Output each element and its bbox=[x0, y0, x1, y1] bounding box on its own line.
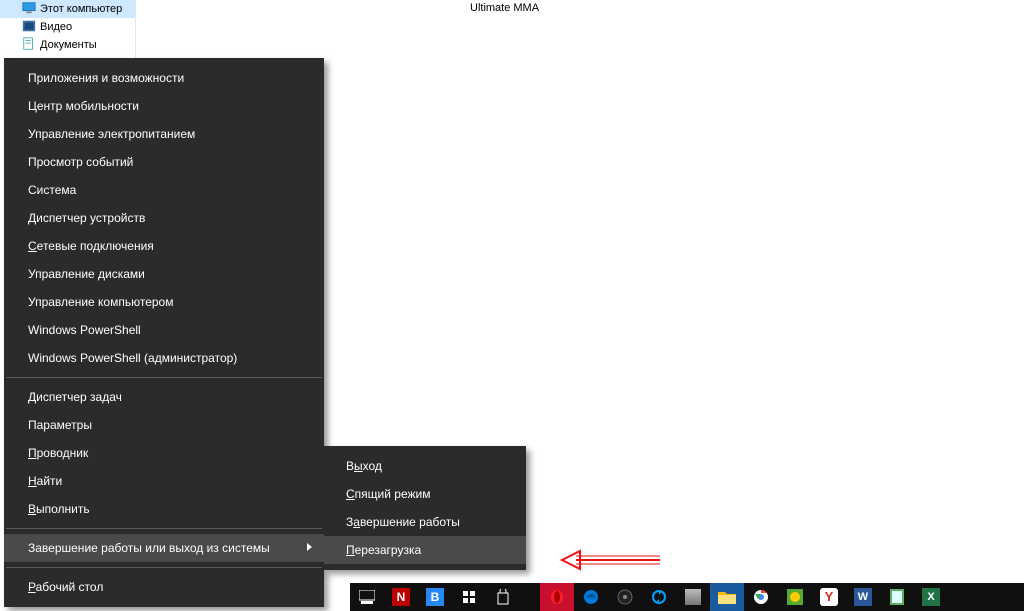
netflix-icon: N bbox=[392, 588, 410, 606]
taskbar-sync[interactable] bbox=[642, 583, 676, 611]
taskbar-task-view[interactable] bbox=[350, 583, 384, 611]
taskbar-app[interactable] bbox=[676, 583, 710, 611]
excel-icon: X bbox=[922, 588, 940, 606]
folder-title: Ultimate MMA bbox=[470, 2, 539, 14]
monitor-icon bbox=[22, 1, 36, 15]
chevron-right-icon bbox=[307, 543, 312, 551]
task-view-icon bbox=[359, 590, 375, 604]
taskbar-shopping[interactable] bbox=[486, 583, 520, 611]
menu-item-network-connections[interactable]: Сетевые подключения bbox=[4, 232, 324, 260]
menu-item-task-manager[interactable]: Диспетчер задач bbox=[4, 383, 324, 411]
menu-item-shutdown-signout[interactable]: Завершение работы или выход из системы bbox=[4, 534, 324, 562]
submenu-item-signout[interactable]: Выход bbox=[324, 452, 526, 480]
taskbar-netflix[interactable]: N bbox=[384, 583, 418, 611]
menu-separator bbox=[6, 377, 322, 378]
menu-label: Завершение работы или выход из системы bbox=[28, 541, 270, 555]
menu-item-desktop[interactable]: Рабочий стол bbox=[4, 573, 324, 601]
menu-item-settings[interactable]: Параметры bbox=[4, 411, 324, 439]
menu-item-search[interactable]: Найти bbox=[4, 467, 324, 495]
taskbar-opera[interactable] bbox=[540, 583, 574, 611]
taskbar: N B Y W X bbox=[350, 583, 1024, 611]
menu-separator bbox=[6, 528, 322, 529]
submenu-item-sleep[interactable]: Спящий режим bbox=[324, 480, 526, 508]
menu-item-run[interactable]: Выполнить bbox=[4, 495, 324, 523]
tree-label: Видео bbox=[40, 21, 72, 33]
menu-item-explorer[interactable]: Проводник bbox=[4, 439, 324, 467]
taskbar-notepad[interactable] bbox=[880, 583, 914, 611]
tree-label: Документы bbox=[40, 39, 97, 51]
explorer-icon bbox=[718, 590, 736, 604]
sync-icon bbox=[651, 589, 667, 605]
taskbar-store[interactable] bbox=[452, 583, 486, 611]
vk-icon: B bbox=[426, 588, 444, 606]
tree-item-videos[interactable]: Видео bbox=[0, 18, 135, 36]
yandex-icon bbox=[787, 589, 803, 605]
shutdown-submenu: Выход Спящий режим Завершение работы Пер… bbox=[324, 446, 526, 570]
menu-item-device-manager[interactable]: Диспетчер устройств bbox=[4, 204, 324, 232]
taskbar-edge[interactable] bbox=[574, 583, 608, 611]
documents-folder-icon bbox=[22, 37, 36, 51]
video-folder-icon bbox=[22, 19, 36, 33]
tree-label: Этот компьютер bbox=[22, 3, 122, 15]
app-icon bbox=[685, 589, 701, 605]
store-icon bbox=[461, 589, 477, 605]
menu-item-system[interactable]: Система bbox=[4, 176, 324, 204]
menu-item-event-viewer[interactable]: Просмотр событий bbox=[4, 148, 324, 176]
winx-context-menu: Приложения и возможности Центр мобильнос… bbox=[4, 58, 324, 607]
taskbar-explorer[interactable] bbox=[710, 583, 744, 611]
taskbar-excel[interactable]: X bbox=[914, 583, 948, 611]
taskbar-yandex-browser[interactable] bbox=[778, 583, 812, 611]
yandex-y-icon: Y bbox=[820, 588, 838, 606]
chrome-icon bbox=[753, 589, 769, 605]
taskbar-chrome[interactable] bbox=[744, 583, 778, 611]
menu-separator bbox=[6, 567, 322, 568]
word-icon: W bbox=[854, 588, 872, 606]
menu-item-disk-management[interactable]: Управление дисками bbox=[4, 260, 324, 288]
taskbar-yandex[interactable]: Y bbox=[812, 583, 846, 611]
taskbar-vk[interactable]: B bbox=[418, 583, 452, 611]
annotation-arrow bbox=[562, 550, 662, 570]
menu-item-powershell-admin[interactable]: Windows PowerShell (администратор) bbox=[4, 344, 324, 372]
menu-item-power-options[interactable]: Управление электропитанием bbox=[4, 120, 324, 148]
tree-item-documents[interactable]: Документы bbox=[0, 36, 135, 54]
opera-icon bbox=[549, 589, 565, 605]
notepad-icon bbox=[890, 589, 904, 605]
menu-item-computer-management[interactable]: Управление компьютером bbox=[4, 288, 324, 316]
media-player-icon bbox=[617, 589, 633, 605]
menu-item-mobility-center[interactable]: Центр мобильности bbox=[4, 92, 324, 120]
menu-item-apps-features[interactable]: Приложения и возможности bbox=[4, 64, 324, 92]
taskbar-media-player[interactable] bbox=[608, 583, 642, 611]
taskbar-word[interactable]: W bbox=[846, 583, 880, 611]
edge-icon bbox=[583, 589, 599, 605]
shopping-bag-icon bbox=[496, 589, 510, 605]
menu-item-powershell[interactable]: Windows PowerShell bbox=[4, 316, 324, 344]
submenu-item-restart[interactable]: Перезагрузка bbox=[324, 536, 526, 564]
submenu-item-shutdown[interactable]: Завершение работы bbox=[324, 508, 526, 536]
tree-item-this-pc[interactable]: Этот компьютер bbox=[0, 0, 135, 18]
